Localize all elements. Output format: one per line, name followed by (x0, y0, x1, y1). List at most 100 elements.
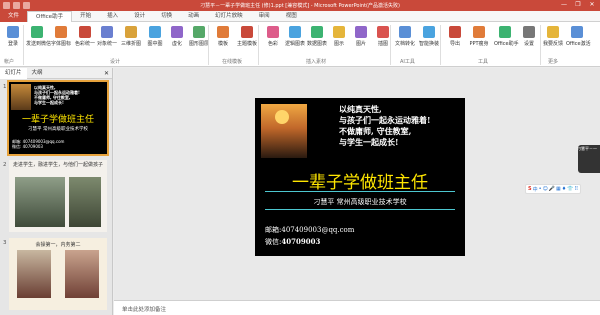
thumbnail-title: 一辈子学做班主任 (21, 115, 94, 125)
poem-line: 不做庸师, 守住教室, (339, 126, 412, 136)
slide-thumbnail-1[interactable]: 以纯真天性, 与孩子们一起永运动雅着! 不做庸师, 守住教室, 与学生一起成长!… (7, 80, 109, 156)
restore-button[interactable]: ❐ (572, 1, 584, 9)
tab-animations[interactable]: 动画 (180, 11, 207, 22)
tab-slideshow[interactable]: 幻灯片放映 (207, 11, 251, 22)
tab-home[interactable]: 开始 (72, 11, 99, 22)
office-activate-icon (571, 26, 583, 38)
slide-number: 2 (3, 162, 7, 168)
ribbon-button-label: 发送到微信 (26, 41, 52, 47)
color-unify-button[interactable]: 色彩统一 (74, 26, 96, 47)
slide-contact[interactable]: 邮箱:407409003@qq.com 微信:40709003 (265, 225, 354, 248)
ribbon-button-label: 图中图 (147, 41, 163, 47)
object-unify-button[interactable]: 对象统一 (96, 26, 118, 47)
smart-restyle-button[interactable]: 智能换装 (418, 26, 440, 47)
font-icons-button[interactable]: 字体图标 (50, 26, 72, 47)
microphone-icon[interactable]: 🎤 (549, 186, 555, 192)
logic-charts-button[interactable]: 逻辑图表 (284, 26, 306, 47)
notes-pane[interactable]: 单击此处添加备注 (114, 300, 600, 315)
tab-transitions[interactable]: 切换 (153, 11, 180, 22)
feedback-button[interactable]: 我要反馈 (542, 26, 564, 47)
close-button[interactable]: ✕ (586, 1, 598, 9)
ime-emoji-icon[interactable]: ☺ (543, 186, 548, 192)
tab-file[interactable]: 文件 (0, 10, 28, 22)
shape-layers-icon (193, 26, 205, 38)
image-in-image-icon (149, 26, 161, 38)
tab-outline[interactable]: 大纲 (27, 68, 48, 79)
slide-number: 3 (3, 240, 7, 246)
templates-button[interactable]: 模板 (212, 26, 234, 47)
tab-office-assistant[interactable]: Office助手 (27, 10, 73, 22)
pictures-icon (355, 26, 367, 38)
office-activate-button[interactable]: Office激活 (566, 26, 591, 47)
quick-access-toolbar (3, 2, 30, 9)
tab-slides[interactable]: 幻灯片 (0, 67, 27, 79)
ribbon-button-label: 智能换装 (418, 41, 439, 47)
ribbon-separator (23, 25, 24, 65)
close-icon[interactable]: ✕ (104, 70, 109, 77)
tab-insert[interactable]: 插入 (99, 11, 126, 22)
email-value: 407409003@qq.com (281, 226, 355, 234)
slide-thumbnail-2[interactable]: 走进学生，融进学生，与他们一起做孩子 (9, 160, 107, 232)
login-button[interactable]: 登录 (2, 26, 24, 47)
font-icons-icon (55, 26, 67, 38)
object-unify-icon (101, 26, 113, 38)
thumbnail-photo (65, 250, 99, 298)
export-button[interactable]: 导出 (444, 26, 466, 47)
email-line: 邮箱:407409003@qq.com (265, 225, 354, 236)
redo-icon[interactable] (23, 2, 30, 9)
ribbon-button-label: 主题模板 (236, 41, 257, 47)
pane-tabs: 幻灯片 大纲 ✕ (0, 67, 112, 79)
ribbon-group-account: 帐户 (4, 59, 15, 65)
slide-thumbnail-3[interactable]: 会操第一，内务第二 (9, 238, 107, 310)
3d-fold-image-button[interactable]: 三维折图 (120, 26, 142, 47)
slide-title[interactable]: 一辈子学做班主任 (255, 168, 465, 193)
doc-convert-icon (399, 26, 411, 38)
data-charts-button[interactable]: 数据图表 (306, 26, 328, 47)
smart-restyle-icon (423, 26, 435, 38)
ribbon-group-online-templates: 在线模板 (222, 59, 243, 65)
ime-menu-icon[interactable]: ⠿ (574, 186, 578, 192)
slide-subtitle[interactable]: 刁慧平 常州高级职业技术学校 (255, 197, 465, 207)
keyboard-icon[interactable]: ▦ (556, 186, 561, 192)
slide-poem[interactable]: 以纯真天性, 与孩子们一起永运动雅着! 不做庸师, 守住教室, 与学生一起成长! (339, 104, 431, 148)
slide-number: 1 (3, 84, 7, 90)
poem-line: 与孩子们一起永运动雅着! (339, 115, 431, 125)
current-slide[interactable]: 以纯真天性, 与孩子们一起永运动雅着! 不做庸师, 守住教室, 与学生一起成长!… (255, 98, 465, 256)
minimize-button[interactable]: — (558, 1, 570, 9)
ribbon-group-more: 更多 (548, 59, 559, 65)
tab-view[interactable]: 视图 (278, 11, 305, 22)
ime-toolbar[interactable]: S 中 • ☺ 🎤 ▦ ♦ 👕 ⠿ (525, 184, 582, 194)
thumbnail-contact: 邮箱: 407409003@qq.com 微信: 40709003 (12, 139, 64, 149)
title-bar: 刁慧平－一辈子学做班主任 (修)1.ppt [兼容模式] - Microsoft… (0, 0, 600, 11)
colors-button[interactable]: 色彩 (262, 26, 284, 47)
ime-language[interactable]: 中 (533, 186, 538, 193)
ribbon-separator (540, 25, 541, 65)
ime-punctuation-icon[interactable]: • (539, 186, 542, 192)
theme-templates-button[interactable]: 主题模板 (236, 26, 258, 47)
ribbon-button-label: 我要反馈 (542, 41, 563, 47)
settings-button[interactable]: 设置 (518, 26, 540, 47)
tab-design[interactable]: 设计 (126, 11, 153, 22)
3d-fold-image-icon (125, 26, 137, 38)
ribbon-separator (390, 25, 391, 65)
save-icon[interactable] (3, 2, 10, 9)
image-in-image-button[interactable]: 图中图 (144, 26, 166, 47)
tab-review[interactable]: 审阅 (251, 11, 278, 22)
ime-skin-icon[interactable]: ♦ (562, 186, 566, 192)
thumbnail-photo (69, 177, 101, 227)
pictures-button[interactable]: 图片 (350, 26, 372, 47)
ribbon-button-label: 字体图标 (50, 41, 71, 47)
diagrams-button[interactable]: 图示 (328, 26, 350, 47)
ribbon-group-design: 设计 (110, 59, 121, 65)
ppt-slim-button[interactable]: PPT瘦身 (468, 26, 490, 47)
shape-layers-button[interactable]: 图形图层 (188, 26, 210, 47)
doc-convert-button[interactable]: 文档转化 (394, 26, 416, 47)
ribbon-button-label: 逻辑图表 (284, 41, 305, 47)
office-assistant-button[interactable]: Office助手 (494, 26, 519, 47)
undo-icon[interactable] (13, 2, 20, 9)
divider (265, 209, 455, 210)
send-to-wechat-button[interactable]: 发送到微信 (26, 26, 52, 47)
blur-icon (171, 26, 183, 38)
ime-shirt-icon[interactable]: 👕 (567, 186, 573, 192)
blur-button[interactable]: 虚化 (166, 26, 188, 47)
